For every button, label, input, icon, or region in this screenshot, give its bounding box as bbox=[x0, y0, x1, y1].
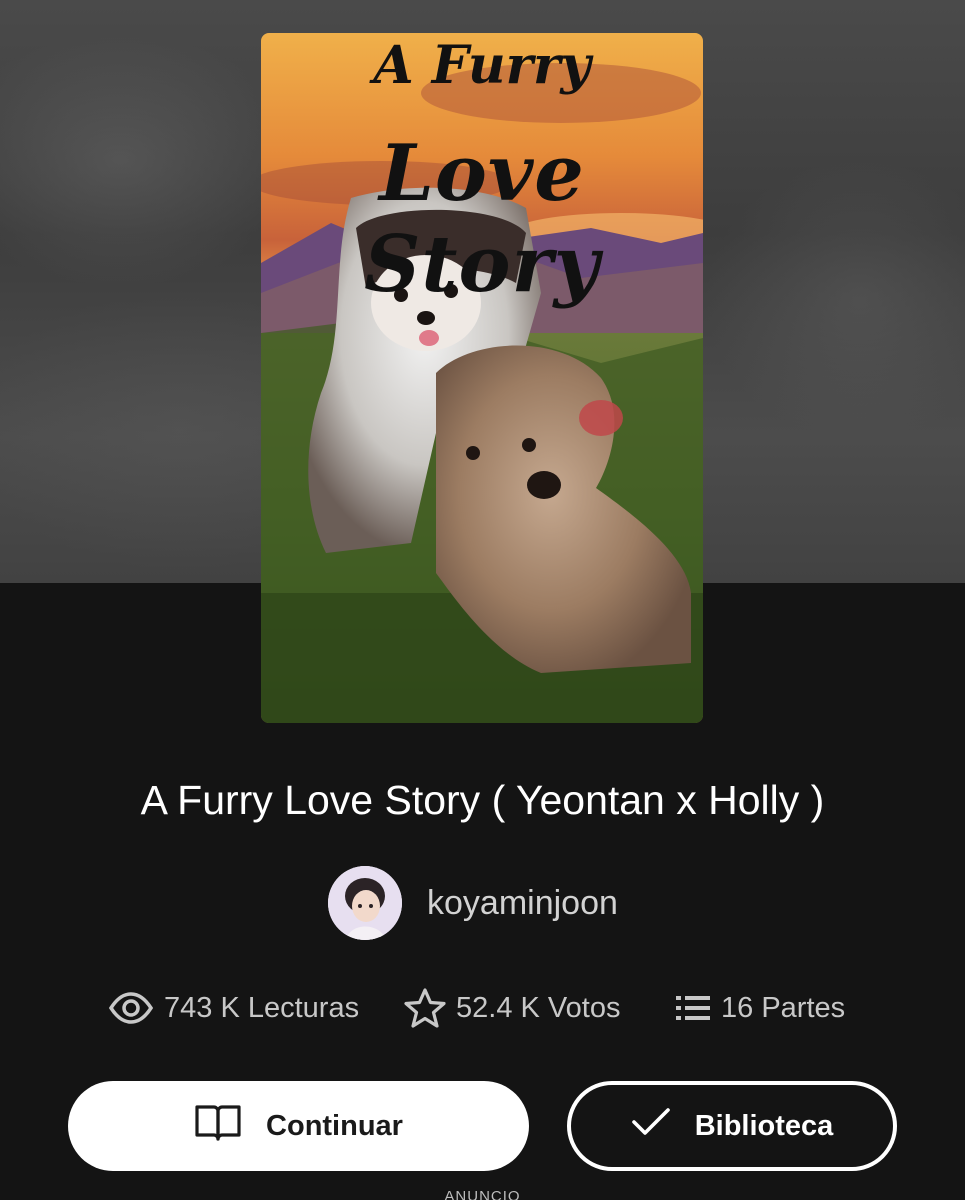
cover-title-main: Love Story bbox=[364, 128, 600, 310]
author-row[interactable]: koyaminjoon bbox=[328, 866, 618, 940]
book-cover[interactable]: A Furry Love Story bbox=[261, 33, 703, 723]
reads-count: 743 K Lecturas bbox=[164, 991, 360, 1024]
library-label: Biblioteca bbox=[694, 1109, 834, 1142]
checkmark-icon bbox=[631, 1107, 671, 1145]
eye-icon bbox=[108, 991, 154, 1025]
ad-label: ANUNCIO bbox=[444, 1188, 521, 1200]
story-stats: 743 K Lecturas 52.4 K Votos 16 Partes bbox=[0, 984, 965, 1032]
story-detail-page: A Furry Love Story A Furry Love Story ( … bbox=[0, 0, 965, 1200]
list-icon bbox=[675, 992, 711, 1024]
author-name[interactable]: koyaminjoon bbox=[427, 884, 618, 923]
book-icon bbox=[194, 1102, 242, 1150]
add-to-library-button[interactable]: Biblioteca bbox=[567, 1081, 897, 1171]
cover-title-top: A Furry bbox=[373, 35, 591, 96]
votes-stat: 52.4 K Votos bbox=[404, 984, 620, 1032]
story-title: A Furry Love Story ( Yeontan x Holly ) bbox=[140, 777, 825, 823]
parts-stat[interactable]: 16 Partes bbox=[675, 984, 845, 1032]
votes-count: 52.4 K Votos bbox=[456, 991, 621, 1024]
star-icon bbox=[404, 987, 446, 1029]
continue-label: Continuar bbox=[266, 1109, 403, 1142]
reads-stat: 743 K Lecturas bbox=[108, 984, 359, 1032]
continue-reading-button[interactable]: Continuar bbox=[68, 1081, 529, 1171]
parts-count[interactable]: 16 Partes bbox=[721, 992, 845, 1025]
author-avatar[interactable] bbox=[328, 866, 402, 940]
